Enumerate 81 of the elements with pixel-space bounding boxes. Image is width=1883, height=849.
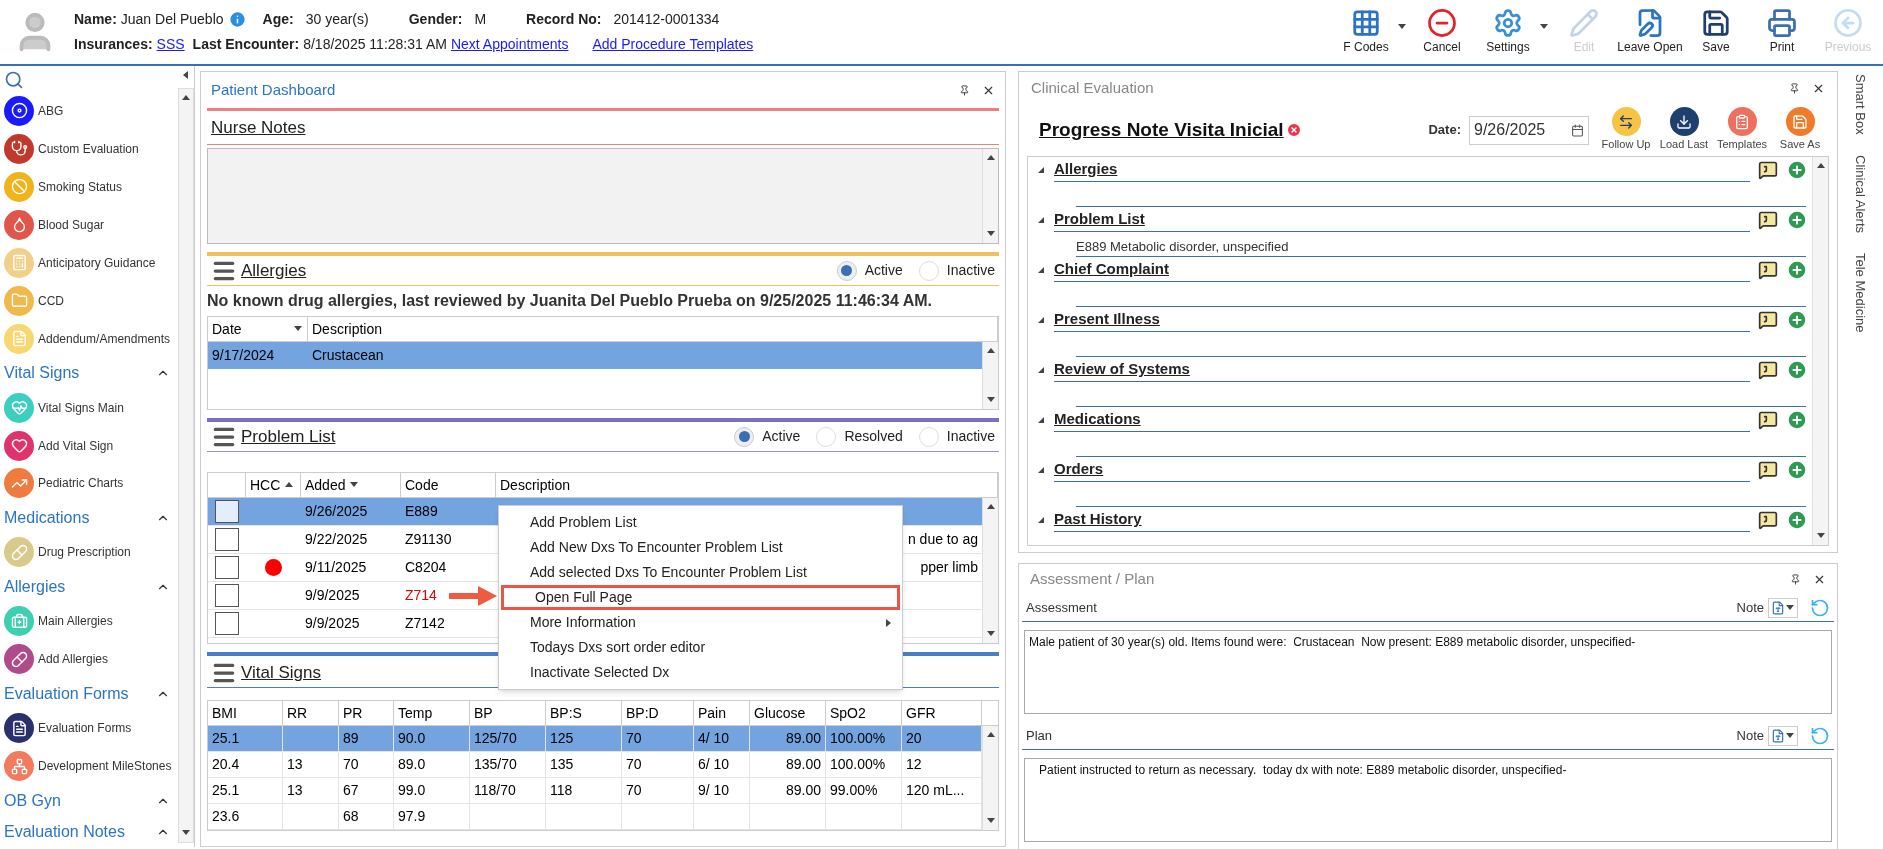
section-title: Nurse Notes [211,116,306,139]
table-cell-text: 118/70 [474,781,516,800]
section-title: Problem List [241,425,336,448]
table-cell-text: 90.0 [398,729,426,748]
table-cell-text: 70 [626,729,642,748]
panel-title: Assessment / Plan [1030,568,1155,589]
table-cell-text: 9/22/2025 [304,530,369,549]
section-content: E889 Metabolic disorder, unspecified [1076,237,1289,256]
table-cell-text: 120 mL... [906,781,965,800]
table-cell-text: 13 [287,755,303,774]
table-cell-text: pper limb [920,558,978,577]
table-cell-text: 67 [343,781,359,800]
table-cell-text: 89.0 [398,755,426,774]
table-cell-text: 68 [343,807,359,826]
section-title: OB Gyn [4,790,61,811]
section-title: Evaluation Forms [4,683,129,704]
table-cell-text: 70 [343,755,359,774]
table-cell-text: 125/70 [474,729,517,748]
table-cell-text: n due to ag [907,530,978,549]
table-cell-text: 135/70 [474,755,517,774]
table-cell-text: 97.9 [398,807,426,826]
table-cell-text: 20 [906,729,922,748]
table-cell-text: 100.00% [830,755,886,774]
panel-title: Patient Dashboard [211,79,336,100]
field-label: Age: [262,10,294,29]
table-cell: Z7142 [405,615,445,631]
table-cell-text: 23.6 [212,807,240,826]
field-label: Last Encounter: [192,35,300,54]
table-cell-text: Crustacean [311,346,385,365]
table-cell-text: 9/17/2024 [211,346,276,365]
field-value: Juan Del Pueblo [120,10,224,29]
field-label: Gender: [408,10,463,29]
table-cell-text: 89.00 [785,781,821,800]
table-cell-text: 99.00% [830,781,878,800]
table-cell-text: 4/ 10 [698,729,730,748]
table-cell-text: 89 [343,729,359,748]
table-cell-text: 100.00% [830,729,886,748]
section-title: Medications [4,507,90,528]
allergy-summary: No known drug allergies, last reviewed by Juanita Del Pueblo Prueba on 9/25/2025 11:46:34 AM. [207,291,933,311]
table-cell-text: 9/ 10 [698,781,730,800]
field-label: Plan [1026,726,1053,745]
field-value: 201412-0001334 [613,10,720,29]
table-cell: C8204 [405,559,447,575]
table-cell-text: 12 [906,755,922,774]
table-cell-text: 9/9/2025 [304,586,361,605]
table-cell-text: 70 [626,781,642,800]
table-cell-text: 89.00 [785,729,821,748]
section-title: Allergies [4,576,66,597]
panel-title: Clinical Evaluation [1031,77,1154,98]
field-label: Insurances: [74,35,153,54]
table-cell-text: 25.1 [212,729,240,748]
table-cell-text: 125 [550,729,574,748]
field-value: M [474,10,487,29]
field-value: 8/18/2025 11:28:31 AM [303,35,447,54]
note-label: Note [1736,726,1764,745]
table-cell: Z91130 [405,531,452,547]
table-cell-text: 9/11/2025 [304,558,368,577]
table-cell: E889 [405,503,438,519]
date-label: Date: [1428,121,1461,140]
section-title: Vital Signs [241,661,321,684]
table-cell: Z714 [405,587,437,603]
field-label: Record No: [526,10,602,29]
table-cell-text: 9/9/2025 [304,614,361,633]
section-title: Evaluation Notes [4,821,125,842]
table-cell-text: 25.1 [212,781,240,800]
table-cell-text: 9/26/2025 [304,502,369,521]
section-title: Vital Signs [4,363,80,384]
field-label: Assessment [1026,598,1097,617]
table-cell-text: 135 [550,755,574,774]
table-cell-text: 118 [550,781,573,800]
section-title: Allergies [241,259,307,282]
table-cell-text: 20.4 [212,755,240,774]
table-cell-text: 89.00 [785,755,821,774]
table-cell-text: 13 [287,781,303,800]
table-cell-text: 99.0 [398,781,426,800]
field-label: Name: [74,10,117,29]
note-title: Progress Note Visita Inicial [1039,117,1284,142]
table-cell-text: 6/ 10 [698,755,730,774]
table-cell-text: 70 [626,755,642,774]
note-label: Note [1736,598,1764,617]
field-value: 30 year(s) [305,10,369,29]
